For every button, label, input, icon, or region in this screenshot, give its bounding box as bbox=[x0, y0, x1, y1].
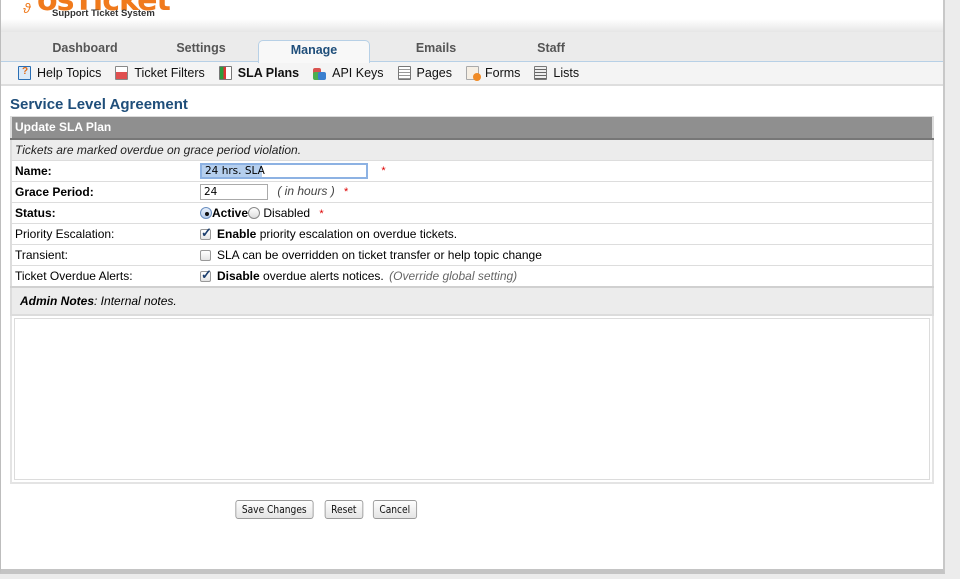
required-marker: * bbox=[344, 186, 349, 198]
status-disabled-label[interactable]: Disabled bbox=[263, 206, 310, 220]
overdue-alerts-checkbox[interactable] bbox=[200, 267, 212, 283]
logo-subtitle: Support Ticket System bbox=[52, 8, 155, 19]
subnav-label: API Keys bbox=[332, 66, 384, 80]
page-title: Service Level Agreement bbox=[10, 96, 188, 113]
grace-period-row: Grace Period: ( in hours ) * bbox=[11, 181, 933, 203]
subnav-sla-plans[interactable]: SLA Plans bbox=[218, 66, 300, 80]
sub-nav: Help Topics Ticket Filters SLA Plans API… bbox=[1, 62, 943, 86]
content: Service Level Agreement Update SLA Plan … bbox=[1, 86, 943, 519]
status-active-label[interactable]: Active bbox=[212, 206, 248, 220]
tab-dashboard[interactable]: Dashboard bbox=[45, 38, 125, 62]
overdue-alerts-hint: (Override global setting) bbox=[389, 268, 518, 283]
subnav-api-keys[interactable]: API Keys bbox=[313, 66, 384, 80]
transient-text: SLA can be overridden on ticket transfer… bbox=[217, 248, 542, 262]
status-row: Status: Active Disabled * bbox=[11, 202, 933, 224]
grace-period-label: Grace Period: bbox=[11, 181, 197, 203]
tab-settings[interactable]: Settings bbox=[161, 38, 241, 62]
priority-escalation-checkbox[interactable] bbox=[200, 225, 212, 241]
page-container: ϑ osTicket Support Ticket System Dashboa… bbox=[0, 0, 945, 574]
priority-escalation-row: Priority Escalation: Enable priority esc… bbox=[11, 223, 933, 245]
transient-label: Transient: bbox=[11, 244, 197, 266]
help-topics-icon bbox=[18, 66, 31, 80]
priority-escalation-label: Priority Escalation: bbox=[11, 223, 197, 245]
status-label: Status: bbox=[11, 202, 197, 224]
admin-notes-textarea[interactable] bbox=[14, 317, 930, 480]
tab-emails[interactable]: Emails bbox=[401, 38, 471, 62]
api-keys-icon bbox=[313, 66, 327, 80]
priority-escalation-strong: Enable bbox=[217, 227, 257, 241]
tab-staff[interactable]: Staff bbox=[521, 38, 581, 62]
status-active-radio[interactable] bbox=[200, 207, 212, 219]
name-row: Name: * bbox=[11, 160, 933, 182]
grace-period-hint: ( in hours ) bbox=[277, 184, 335, 198]
subnav-label: Ticket Filters bbox=[134, 66, 205, 80]
subnav-label: SLA Plans bbox=[237, 66, 300, 80]
tab-manage[interactable]: Manage bbox=[258, 40, 370, 63]
ticket-filters-icon bbox=[115, 66, 129, 80]
subnav-label: Pages bbox=[416, 66, 452, 80]
sla-form-table: Update SLA Plan Tickets are marked overd… bbox=[10, 116, 934, 316]
lists-icon bbox=[534, 66, 548, 80]
subnav-label: Lists bbox=[553, 66, 580, 80]
admin-notes-header-row: Admin Notes: Internal notes. bbox=[11, 285, 933, 315]
overdue-alerts-row: Ticket Overdue Alerts: Disable overdue a… bbox=[11, 265, 933, 287]
name-label: Name: bbox=[11, 160, 197, 182]
grace-period-input[interactable] bbox=[200, 184, 268, 200]
reset-button[interactable]: Reset bbox=[324, 499, 363, 519]
main-nav: Dashboard Settings Manage Emails Staff bbox=[1, 32, 943, 63]
form-subheader-row: Tickets are marked overdue on grace peri… bbox=[11, 138, 933, 161]
logo-swoosh-icon: ϑ bbox=[23, 0, 31, 16]
transient-checkbox[interactable] bbox=[200, 250, 211, 261]
overdue-alerts-strong: Disable bbox=[217, 268, 260, 283]
status-disabled-radio[interactable] bbox=[248, 207, 261, 219]
form-header-row: Update SLA Plan bbox=[11, 116, 933, 140]
sla-plans-icon bbox=[218, 66, 232, 80]
subnav-label: Help Topics bbox=[37, 66, 102, 80]
pages-icon bbox=[397, 66, 411, 80]
form-header: Update SLA Plan bbox=[11, 116, 933, 140]
subnav-ticket-filters[interactable]: Ticket Filters bbox=[115, 66, 205, 80]
admin-notes-label: Admin Notes bbox=[20, 293, 95, 308]
overdue-alerts-label: Ticket Overdue Alerts: bbox=[11, 265, 197, 287]
subnav-forms[interactable]: Forms bbox=[466, 66, 521, 81]
subnav-help-topics[interactable]: Help Topics bbox=[18, 66, 101, 80]
required-marker: * bbox=[381, 165, 386, 177]
subnav-lists[interactable]: Lists bbox=[534, 66, 579, 80]
header: ϑ osTicket Support Ticket System bbox=[1, 0, 943, 32]
cancel-button[interactable]: Cancel bbox=[372, 499, 417, 519]
overdue-alerts-text: overdue alerts notices. bbox=[263, 268, 384, 283]
name-input[interactable] bbox=[200, 163, 368, 179]
transient-row: Transient: SLA can be overridden on tick… bbox=[11, 244, 933, 266]
subnav-pages[interactable]: Pages bbox=[397, 66, 452, 80]
admin-notes-wrapper bbox=[10, 315, 934, 484]
priority-escalation-text: priority escalation on overdue tickets. bbox=[259, 227, 458, 241]
form-subheader: Tickets are marked overdue on grace peri… bbox=[11, 138, 933, 161]
required-marker: * bbox=[319, 208, 324, 220]
subnav-label: Forms bbox=[485, 66, 521, 80]
form-buttons: Save Changes Reset Cancel bbox=[10, 499, 934, 519]
admin-notes-hint: : Internal notes. bbox=[94, 293, 177, 308]
forms-icon bbox=[466, 66, 481, 81]
logo[interactable]: ϑ osTicket Support Ticket System bbox=[23, 0, 171, 19]
save-changes-button[interactable]: Save Changes bbox=[235, 499, 314, 519]
